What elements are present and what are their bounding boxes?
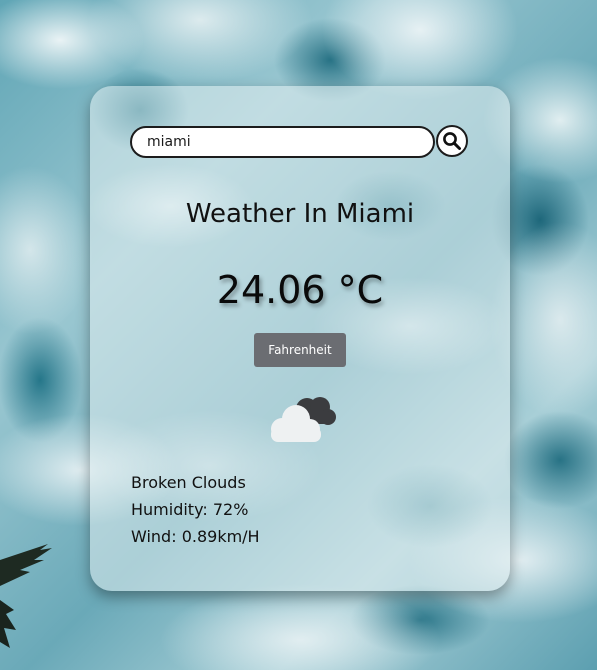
wind-readout: Wind: 0.89km/H	[131, 527, 260, 546]
city-title: Weather In Miami	[185, 199, 415, 229]
weather-card: Weather In Miami 24.06 °C Fahrenheit Bro…	[90, 86, 510, 591]
city-search-input[interactable]	[130, 126, 435, 158]
palm-leaves-decoration	[0, 544, 52, 648]
search-button[interactable]	[436, 125, 468, 157]
weather-details: Broken Clouds Humidity: 72% Wind: 0.89km…	[131, 469, 260, 550]
search-bar	[130, 125, 470, 161]
weather-description: Broken Clouds	[131, 473, 246, 492]
broken-clouds-icon	[271, 397, 336, 442]
search-icon	[443, 132, 461, 150]
humidity-readout: Humidity: 72%	[131, 500, 249, 519]
temperature-readout: 24.06 °C	[216, 268, 384, 312]
fahrenheit-toggle-button[interactable]: Fahrenheit	[254, 333, 346, 367]
